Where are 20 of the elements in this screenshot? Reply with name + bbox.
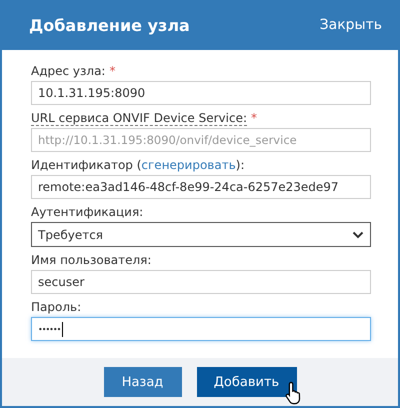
dialog-title: Добавление узла bbox=[29, 16, 190, 34]
field-label: Пароль: bbox=[31, 300, 82, 314]
required-mark: * bbox=[109, 64, 116, 78]
input-field[interactable]: 10.1.31.195:8090 bbox=[31, 81, 371, 105]
field-label: ): bbox=[236, 158, 245, 172]
password-field[interactable]: •••••• bbox=[31, 317, 371, 341]
field-label: Аутентификация: bbox=[31, 205, 144, 219]
add-button[interactable]: Добавить bbox=[196, 367, 296, 397]
field-label: URL сервиса ONVIF Device Service: bbox=[31, 111, 247, 126]
chevron-icon bbox=[352, 230, 364, 238]
required-mark: * bbox=[251, 111, 257, 125]
field-label: Адрес узла: bbox=[31, 64, 106, 78]
close-link[interactable]: Закрыть bbox=[320, 17, 382, 33]
back-button[interactable]: Назад bbox=[104, 367, 182, 397]
field-label: Идентификатор ( bbox=[31, 158, 142, 172]
generate-link[interactable]: сгенерировать bbox=[141, 158, 236, 172]
input-field[interactable]: secuser bbox=[31, 270, 371, 294]
select-field[interactable]: Требуется bbox=[31, 222, 371, 247]
input-field[interactable]: remote:ea3ad146-48cf-8e99-24ca-6257e23ede97 bbox=[31, 175, 371, 199]
field-label: Имя пользователя: bbox=[31, 253, 152, 267]
